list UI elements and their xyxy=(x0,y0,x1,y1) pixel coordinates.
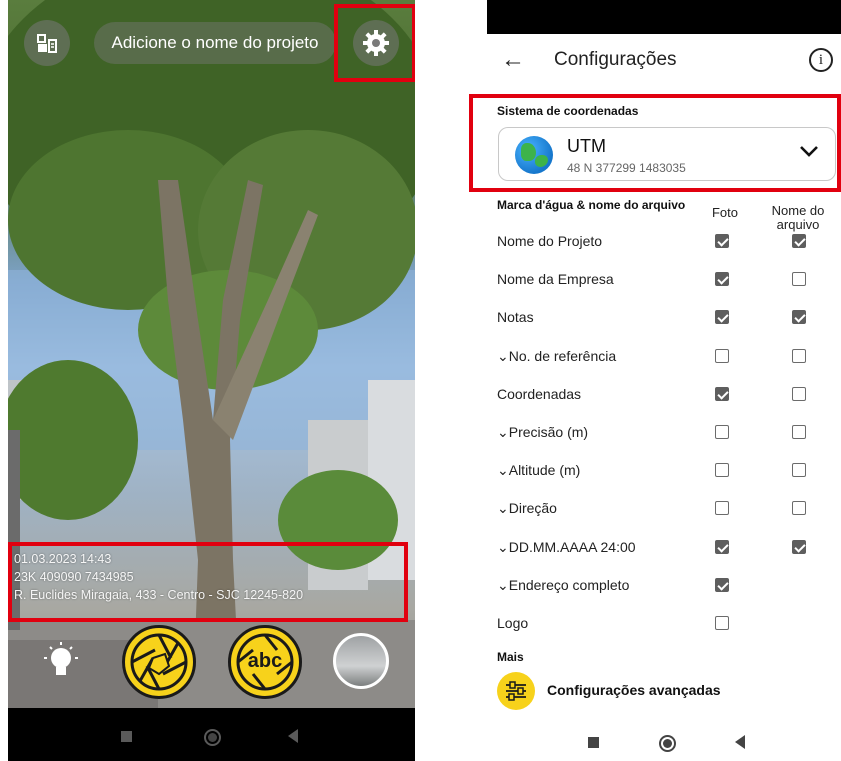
bulb-icon[interactable] xyxy=(44,642,78,687)
info-icon[interactable]: i xyxy=(809,48,833,72)
option-label: Notas xyxy=(497,309,534,325)
shutter-button[interactable] xyxy=(122,625,196,699)
camera-topbar: Adicione o nome do projeto xyxy=(8,0,415,88)
advanced-settings-link[interactable]: Configurações avançadas xyxy=(547,682,721,698)
option-label: Nome da Empresa xyxy=(497,271,614,287)
back-nav-icon[interactable] xyxy=(735,735,745,749)
settings-highlight-box xyxy=(334,4,415,82)
project-folder-icon[interactable] xyxy=(24,20,70,66)
filename-checkbox[interactable] xyxy=(792,272,806,286)
filename-checkbox[interactable] xyxy=(792,540,806,554)
recents-icon[interactable] xyxy=(121,731,132,742)
photo-checkbox[interactable] xyxy=(715,234,729,248)
back-nav-icon[interactable] xyxy=(288,729,298,743)
filename-checkbox[interactable] xyxy=(792,234,806,248)
project-name-button[interactable]: Adicione o nome do projeto xyxy=(94,22,336,64)
filename-checkbox[interactable] xyxy=(792,387,806,401)
option-label: ⌄No. de referência xyxy=(497,348,617,364)
photo-checkbox[interactable] xyxy=(715,425,729,439)
option-label: Nome do Projeto xyxy=(497,233,603,249)
photo-checkbox[interactable] xyxy=(715,578,729,592)
option-label: ⌄DD.MM.AAAA 24:00 xyxy=(497,539,636,555)
recents-icon[interactable] xyxy=(588,737,599,748)
watermark-section-label: Marca d'água & nome do arquivo xyxy=(497,198,686,212)
sliders-icon[interactable] xyxy=(497,672,535,710)
aperture-icon xyxy=(130,633,188,691)
status-bar xyxy=(487,0,841,34)
photo-checkbox[interactable] xyxy=(715,387,729,401)
photo-checkbox[interactable] xyxy=(715,310,729,324)
photo-checkbox[interactable] xyxy=(715,463,729,477)
settings-screen: ← Configurações i Sistema de coordenadas… xyxy=(469,0,841,761)
filename-checkbox[interactable] xyxy=(792,310,806,324)
column-photo-header: Foto xyxy=(711,205,738,220)
camera-screen: Adicione o nome do projeto 01.03.2023 14… xyxy=(8,0,415,761)
filename-checkbox[interactable] xyxy=(792,349,806,363)
photo-checkbox[interactable] xyxy=(715,349,729,363)
app-bar: ← Configurações i xyxy=(487,34,841,86)
coordinate-highlight-box xyxy=(469,94,841,192)
option-label: Coordenadas xyxy=(497,386,582,402)
shutter-with-text-button[interactable]: abc xyxy=(228,625,302,699)
photo-checkbox[interactable] xyxy=(715,616,729,630)
column-filename-header: Nome do arquivo xyxy=(771,203,825,232)
option-label: ⌄Endereço completo xyxy=(497,577,630,593)
watermark-highlight-box xyxy=(8,542,408,622)
android-navbar-settings xyxy=(487,718,841,761)
home-icon[interactable] xyxy=(659,735,676,752)
option-label: ⌄Direção xyxy=(497,500,557,516)
project-name-label: Adicione o nome do projeto xyxy=(111,33,319,52)
filename-checkbox[interactable] xyxy=(792,463,806,477)
last-photo-thumbnail[interactable] xyxy=(333,633,389,689)
filename-checkbox[interactable] xyxy=(792,425,806,439)
home-icon[interactable] xyxy=(204,729,221,746)
option-label: ⌄Altitude (m) xyxy=(497,462,581,478)
option-label: Logo xyxy=(497,615,529,631)
page-title: Configurações xyxy=(554,49,677,70)
photo-checkbox[interactable] xyxy=(715,272,729,286)
more-section-label: Mais xyxy=(497,650,524,664)
android-navbar xyxy=(8,708,415,761)
back-arrow-icon[interactable]: ← xyxy=(501,46,525,74)
photo-checkbox[interactable] xyxy=(715,501,729,515)
filename-checkbox[interactable] xyxy=(792,501,806,515)
abc-label: abc xyxy=(247,650,283,672)
photo-checkbox[interactable] xyxy=(715,540,729,554)
option-label: ⌄Precisão (m) xyxy=(497,424,589,440)
